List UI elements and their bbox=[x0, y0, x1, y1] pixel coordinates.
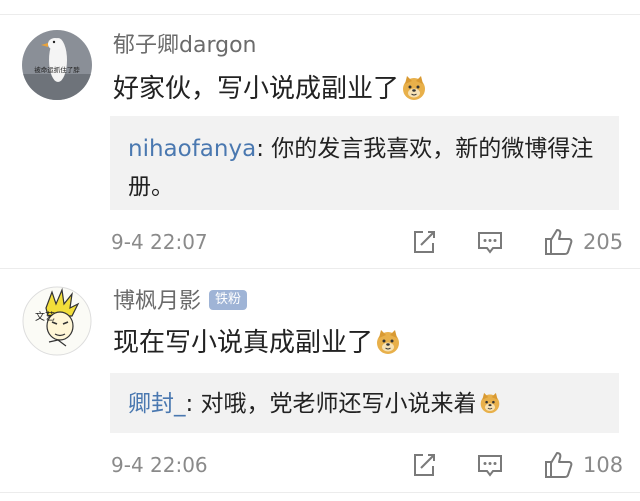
share-edit-icon bbox=[414, 454, 435, 476]
avatar-caption: 文艺 bbox=[35, 310, 55, 323]
reply-button[interactable] bbox=[476, 451, 504, 479]
comment-list: 被命运抓住了脖 郁子卿dargon 好家伙，写小说成副业了 nihaofanya… bbox=[0, 0, 640, 501]
timestamp: 9-4 22:07 bbox=[111, 230, 208, 254]
doge-emoji-icon bbox=[480, 392, 499, 414]
comment-divider bbox=[0, 268, 640, 269]
username-text[interactable]: 博枫月影 bbox=[113, 289, 201, 314]
like-button[interactable] bbox=[543, 226, 575, 258]
forward-button[interactable] bbox=[410, 451, 438, 479]
reply-text: 卿封_: 对哦，党老师还写小说来着 bbox=[128, 385, 598, 423]
comment-text: 好家伙，写小说成副业了 bbox=[113, 74, 400, 104]
reply-button[interactable] bbox=[476, 228, 504, 256]
reply-username[interactable]: nihaofanya bbox=[128, 136, 256, 162]
timestamp-text: 9-4 22:07 bbox=[111, 230, 208, 254]
doge-emoji-icon bbox=[377, 330, 400, 354]
comment-text: 现在写小说真成副业了 bbox=[113, 328, 374, 358]
like-count: 205 bbox=[583, 230, 624, 254]
avatar[interactable]: 被命运抓住了脖 bbox=[22, 30, 92, 100]
thumbs-up-icon bbox=[545, 452, 573, 478]
comment-icon bbox=[478, 455, 502, 477]
comment-content: 现在写小说真成副业了 bbox=[113, 326, 401, 360]
fan-badge[interactable]: 铁粉 bbox=[209, 290, 248, 310]
reply-separator: : bbox=[256, 136, 264, 162]
share-edit-icon bbox=[414, 231, 435, 253]
like-count: 108 bbox=[583, 453, 624, 477]
username[interactable]: 郁子卿dargon bbox=[113, 32, 256, 60]
timestamp: 9-4 22:06 bbox=[111, 453, 208, 477]
avatar-caption: 被命运抓住了脖 bbox=[34, 65, 80, 74]
username[interactable]: 博枫月影 铁粉 bbox=[113, 288, 248, 316]
forward-button[interactable] bbox=[410, 228, 438, 256]
timestamp-text: 9-4 22:06 bbox=[111, 453, 208, 477]
thumbs-up-icon bbox=[545, 229, 573, 255]
top-divider bbox=[0, 14, 640, 15]
doge-emoji-icon bbox=[403, 76, 426, 100]
reply-body: 对哦，党老师还写小说来着 bbox=[193, 391, 477, 417]
reply-text: nihaofanya: 你的发言我喜欢，新的微博得注册。 bbox=[128, 130, 598, 206]
bottom-divider bbox=[0, 492, 640, 493]
avatar[interactable]: 文艺 bbox=[22, 286, 92, 356]
username-text[interactable]: 郁子卿dargon bbox=[113, 33, 256, 58]
comment-content: 好家伙，写小说成副业了 bbox=[113, 72, 427, 106]
reply-box[interactable]: 卿封_: 对哦，党老师还写小说来着 bbox=[110, 373, 619, 433]
like-button[interactable] bbox=[543, 449, 575, 481]
reply-box[interactable]: nihaofanya: 你的发言我喜欢，新的微博得注册。 bbox=[110, 116, 619, 210]
reply-username[interactable]: 卿封_ bbox=[128, 391, 186, 417]
comment-icon bbox=[478, 232, 502, 254]
